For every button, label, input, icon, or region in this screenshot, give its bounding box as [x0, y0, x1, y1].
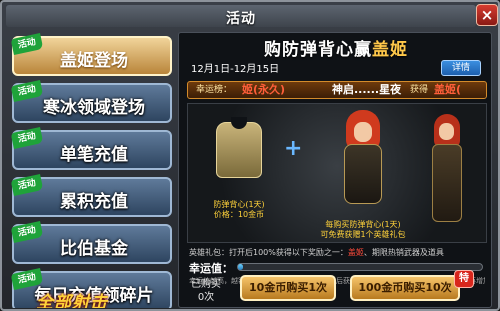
- purchase-count-value: 0次: [197, 292, 215, 303]
- note-suffix: 、期限热销武器及道具: [363, 248, 444, 257]
- buy-ten-button[interactable]: 100金币购买10次: [350, 275, 460, 301]
- luck-meter: 幸运值：: [189, 260, 485, 275]
- sidebar-item-single-recharge[interactable]: 活动 单笔充值: [10, 127, 172, 170]
- reward-showcase: + 防弹背心(1天) 价格：10金币 每购买防弹背心(1天) 可免费获赠1个英雄…: [187, 103, 487, 243]
- event-title: 购防弹背心赢盖姬: [179, 35, 493, 60]
- gift-line-2: 可免费获赠1个英雄礼包: [320, 230, 406, 239]
- window-title: 活动: [226, 11, 256, 27]
- hero-pack-note: 英雄礼包：打开后100%获得以下奖励之一：盖姬、期限热销武器及道具: [189, 247, 485, 258]
- sidebar-item-cumulative-recharge[interactable]: 活动 累积充值: [10, 174, 172, 217]
- character-face: [439, 123, 454, 140]
- event-title-highlight: 盖姬: [372, 40, 408, 60]
- vest-caption: 防弹背心(1天) 价格：10金币: [196, 200, 282, 220]
- character-body: [344, 144, 382, 204]
- purchase-count: 已购买 0次: [182, 278, 230, 304]
- close-button[interactable]: ×: [476, 4, 498, 26]
- buy-once-button[interactable]: 10金币购买1次: [240, 275, 336, 301]
- note-highlight: 盖姬: [347, 248, 364, 257]
- sidebar-item-ice-domain[interactable]: 活动 寒冰领域登场: [10, 80, 172, 123]
- gift-caption: 每购买防弹背心(1天) 可免费获赠1个英雄礼包: [308, 220, 418, 240]
- plus-icon: +: [284, 136, 303, 161]
- rank-reward: 盖姬(: [434, 83, 462, 96]
- vest-name: 防弹背心(1天): [213, 200, 265, 209]
- activity-window: 活动 × 活动 盖姬登场 活动 寒冰领域登场 活动 单笔充值 活动 累积充值 活…: [0, 0, 500, 311]
- rank-entry: 姬(永久): [242, 83, 286, 96]
- gift-line-1: 每购买防弹背心(1天): [325, 220, 401, 229]
- rank-gain-text: 获得: [410, 85, 429, 95]
- character-portrait: [330, 110, 396, 216]
- sidebar-item-label: 累积充值: [60, 192, 128, 212]
- luck-progress-track: [237, 263, 483, 271]
- luck-label: 幸运值：: [189, 262, 233, 275]
- discount-badge: 特: [454, 270, 474, 288]
- vest-price: 价格：10金币: [213, 210, 265, 219]
- event-panel: 购防弹背心赢盖姬 12月1日-12月15日 详情 幸运榜： 姬(永久) 神启..…: [178, 32, 492, 308]
- lucky-ranking-bar: 幸运榜： 姬(永久) 神启......星夜 获得 盖姬(: [187, 81, 487, 99]
- event-title-text: 购防弹背心赢: [264, 40, 372, 60]
- note-prefix: 英雄礼包：打开后100%获得以下奖励之一：: [189, 248, 348, 257]
- rank-label: 幸运榜：: [196, 85, 233, 95]
- sidebar: 活动 盖姬登场 活动 寒冰领域登场 活动 单笔充值 活动 累积充值 活动 比伯基…: [8, 32, 176, 308]
- rank-player-name: 神启......星夜: [332, 83, 402, 96]
- sidebar-item-fund[interactable]: 活动 比伯基金: [10, 221, 172, 264]
- game-logo: 全部射击: [36, 293, 108, 308]
- sidebar-item-label: 单笔充值: [60, 145, 128, 165]
- event-date-range: 12月1日-12月15日: [191, 64, 280, 75]
- details-button[interactable]: 详情: [441, 60, 481, 76]
- sidebar-item-label: 比伯基金: [60, 239, 128, 259]
- bulletproof-vest-icon: [216, 117, 262, 178]
- sidebar-item-label: 盖姬登场: [60, 51, 128, 71]
- luck-progress-fill: [238, 264, 243, 270]
- sidebar-item-gaiji[interactable]: 活动 盖姬登场: [10, 33, 172, 76]
- character-full-portrait: [424, 114, 470, 224]
- purchase-count-label: 已购买: [191, 279, 221, 290]
- sidebar-item-label: 寒冰领域登场: [43, 98, 145, 118]
- title-bar: 活动: [6, 5, 476, 27]
- close-icon: ×: [480, 6, 494, 24]
- character-body: [432, 144, 462, 222]
- character-face: [354, 122, 372, 142]
